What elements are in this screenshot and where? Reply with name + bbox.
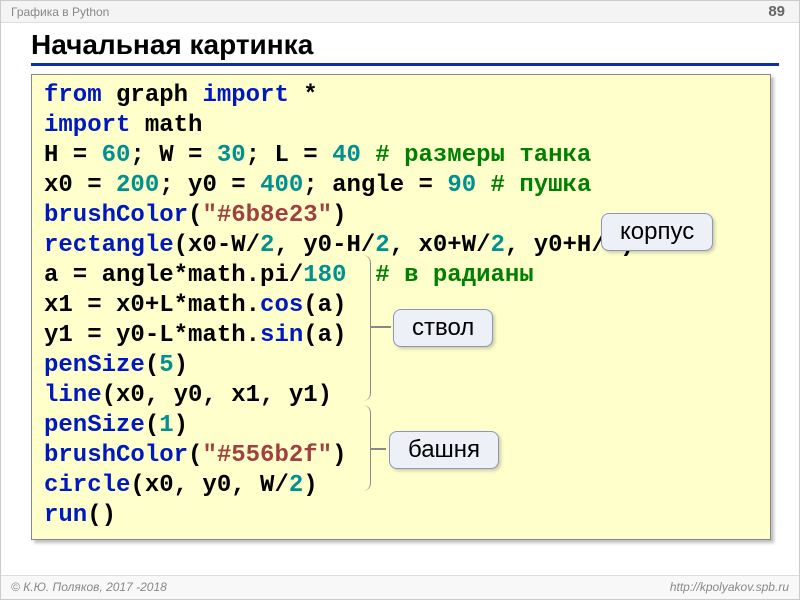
code-text: graph: [116, 82, 188, 109]
code-text: (: [145, 352, 159, 379]
code-text: ; y0 =: [159, 172, 260, 199]
code-text: (: [188, 442, 202, 469]
func: sin: [260, 322, 303, 349]
footer-url: http://kpolyakov.spb.ru: [670, 580, 789, 594]
code-text: (): [87, 502, 116, 529]
string: "#6b8e23": [202, 202, 332, 229]
page-number: 89: [768, 3, 785, 20]
code-text: H =: [44, 142, 102, 169]
num: 5: [159, 352, 173, 379]
slide: Графика в Python 89 Начальная картинка f…: [0, 0, 800, 600]
code-text: ): [174, 412, 188, 439]
code-text: x1 = x0+L*math.: [44, 292, 260, 319]
num: 400: [260, 172, 303, 199]
code-text: (x0, y0, x1, y1): [102, 382, 332, 409]
code-text: ): [332, 202, 346, 229]
code-text: , y0+H/: [505, 232, 606, 259]
num: 2: [289, 472, 303, 499]
code-text: (a): [303, 322, 346, 349]
num: 2: [260, 232, 274, 259]
kw-import: import: [202, 82, 288, 109]
callout-body: корпус: [601, 213, 713, 251]
comment: # в радианы: [375, 262, 533, 289]
num: 180: [303, 262, 346, 289]
func: run: [44, 502, 87, 529]
string: "#556b2f": [202, 442, 332, 469]
func: penSize: [44, 412, 145, 439]
num: 30: [217, 142, 246, 169]
code-block: from graph import * import math H = 60; …: [31, 74, 771, 540]
func: penSize: [44, 352, 145, 379]
code-text: a = angle*math.pi/: [44, 262, 303, 289]
func: circle: [44, 472, 130, 499]
footer: © К.Ю. Поляков, 2017 -2018 http://kpolya…: [1, 575, 799, 599]
num: 200: [116, 172, 159, 199]
func: cos: [260, 292, 303, 319]
num: 90: [447, 172, 476, 199]
callout-turret: башня: [389, 431, 499, 469]
callout-barrel: ствол: [393, 309, 493, 347]
code-text: ): [332, 442, 346, 469]
code-text: x0 =: [44, 172, 116, 199]
num: 60: [102, 142, 131, 169]
num: 2: [375, 232, 389, 259]
comment: # размеры танка: [361, 142, 591, 169]
code-text: (a): [303, 292, 346, 319]
func: rectangle: [44, 232, 174, 259]
code-text: , x0+W/: [390, 232, 491, 259]
num: 40: [332, 142, 361, 169]
code-text: (x0, y0, W/: [130, 472, 288, 499]
code-text: ; L =: [246, 142, 332, 169]
code-text: *: [303, 82, 317, 109]
func: line: [44, 382, 102, 409]
footer-author-text: К.Ю. Поляков, 2017 -2018: [23, 580, 167, 594]
code-text: (x0-W/: [174, 232, 260, 259]
kw-from: from: [44, 82, 102, 109]
slide-title: Начальная картинка: [31, 29, 779, 66]
connector-turret: [371, 448, 386, 450]
kw-import: import: [44, 112, 130, 139]
code-text: (: [188, 202, 202, 229]
code-text: ; W =: [130, 142, 216, 169]
func: brushColor: [44, 442, 188, 469]
brace-turret: [361, 405, 371, 491]
num: 2: [491, 232, 505, 259]
num: 1: [159, 412, 173, 439]
comment: # пушка: [476, 172, 591, 199]
code-text: y1 = y0-L*math.: [44, 322, 260, 349]
footer-author: © К.Ю. Поляков, 2017 -2018: [11, 580, 167, 594]
code-text: ): [303, 472, 317, 499]
code-text: (: [145, 412, 159, 439]
connector-barrel: [371, 326, 391, 328]
brace-barrel: [361, 255, 371, 401]
header-topic: Графика в Python: [11, 5, 109, 19]
code-text: math: [145, 112, 203, 139]
code-text: ; angle =: [303, 172, 447, 199]
func: brushColor: [44, 202, 188, 229]
code-text: ): [174, 352, 188, 379]
header-bar: Графика в Python 89: [1, 1, 799, 23]
